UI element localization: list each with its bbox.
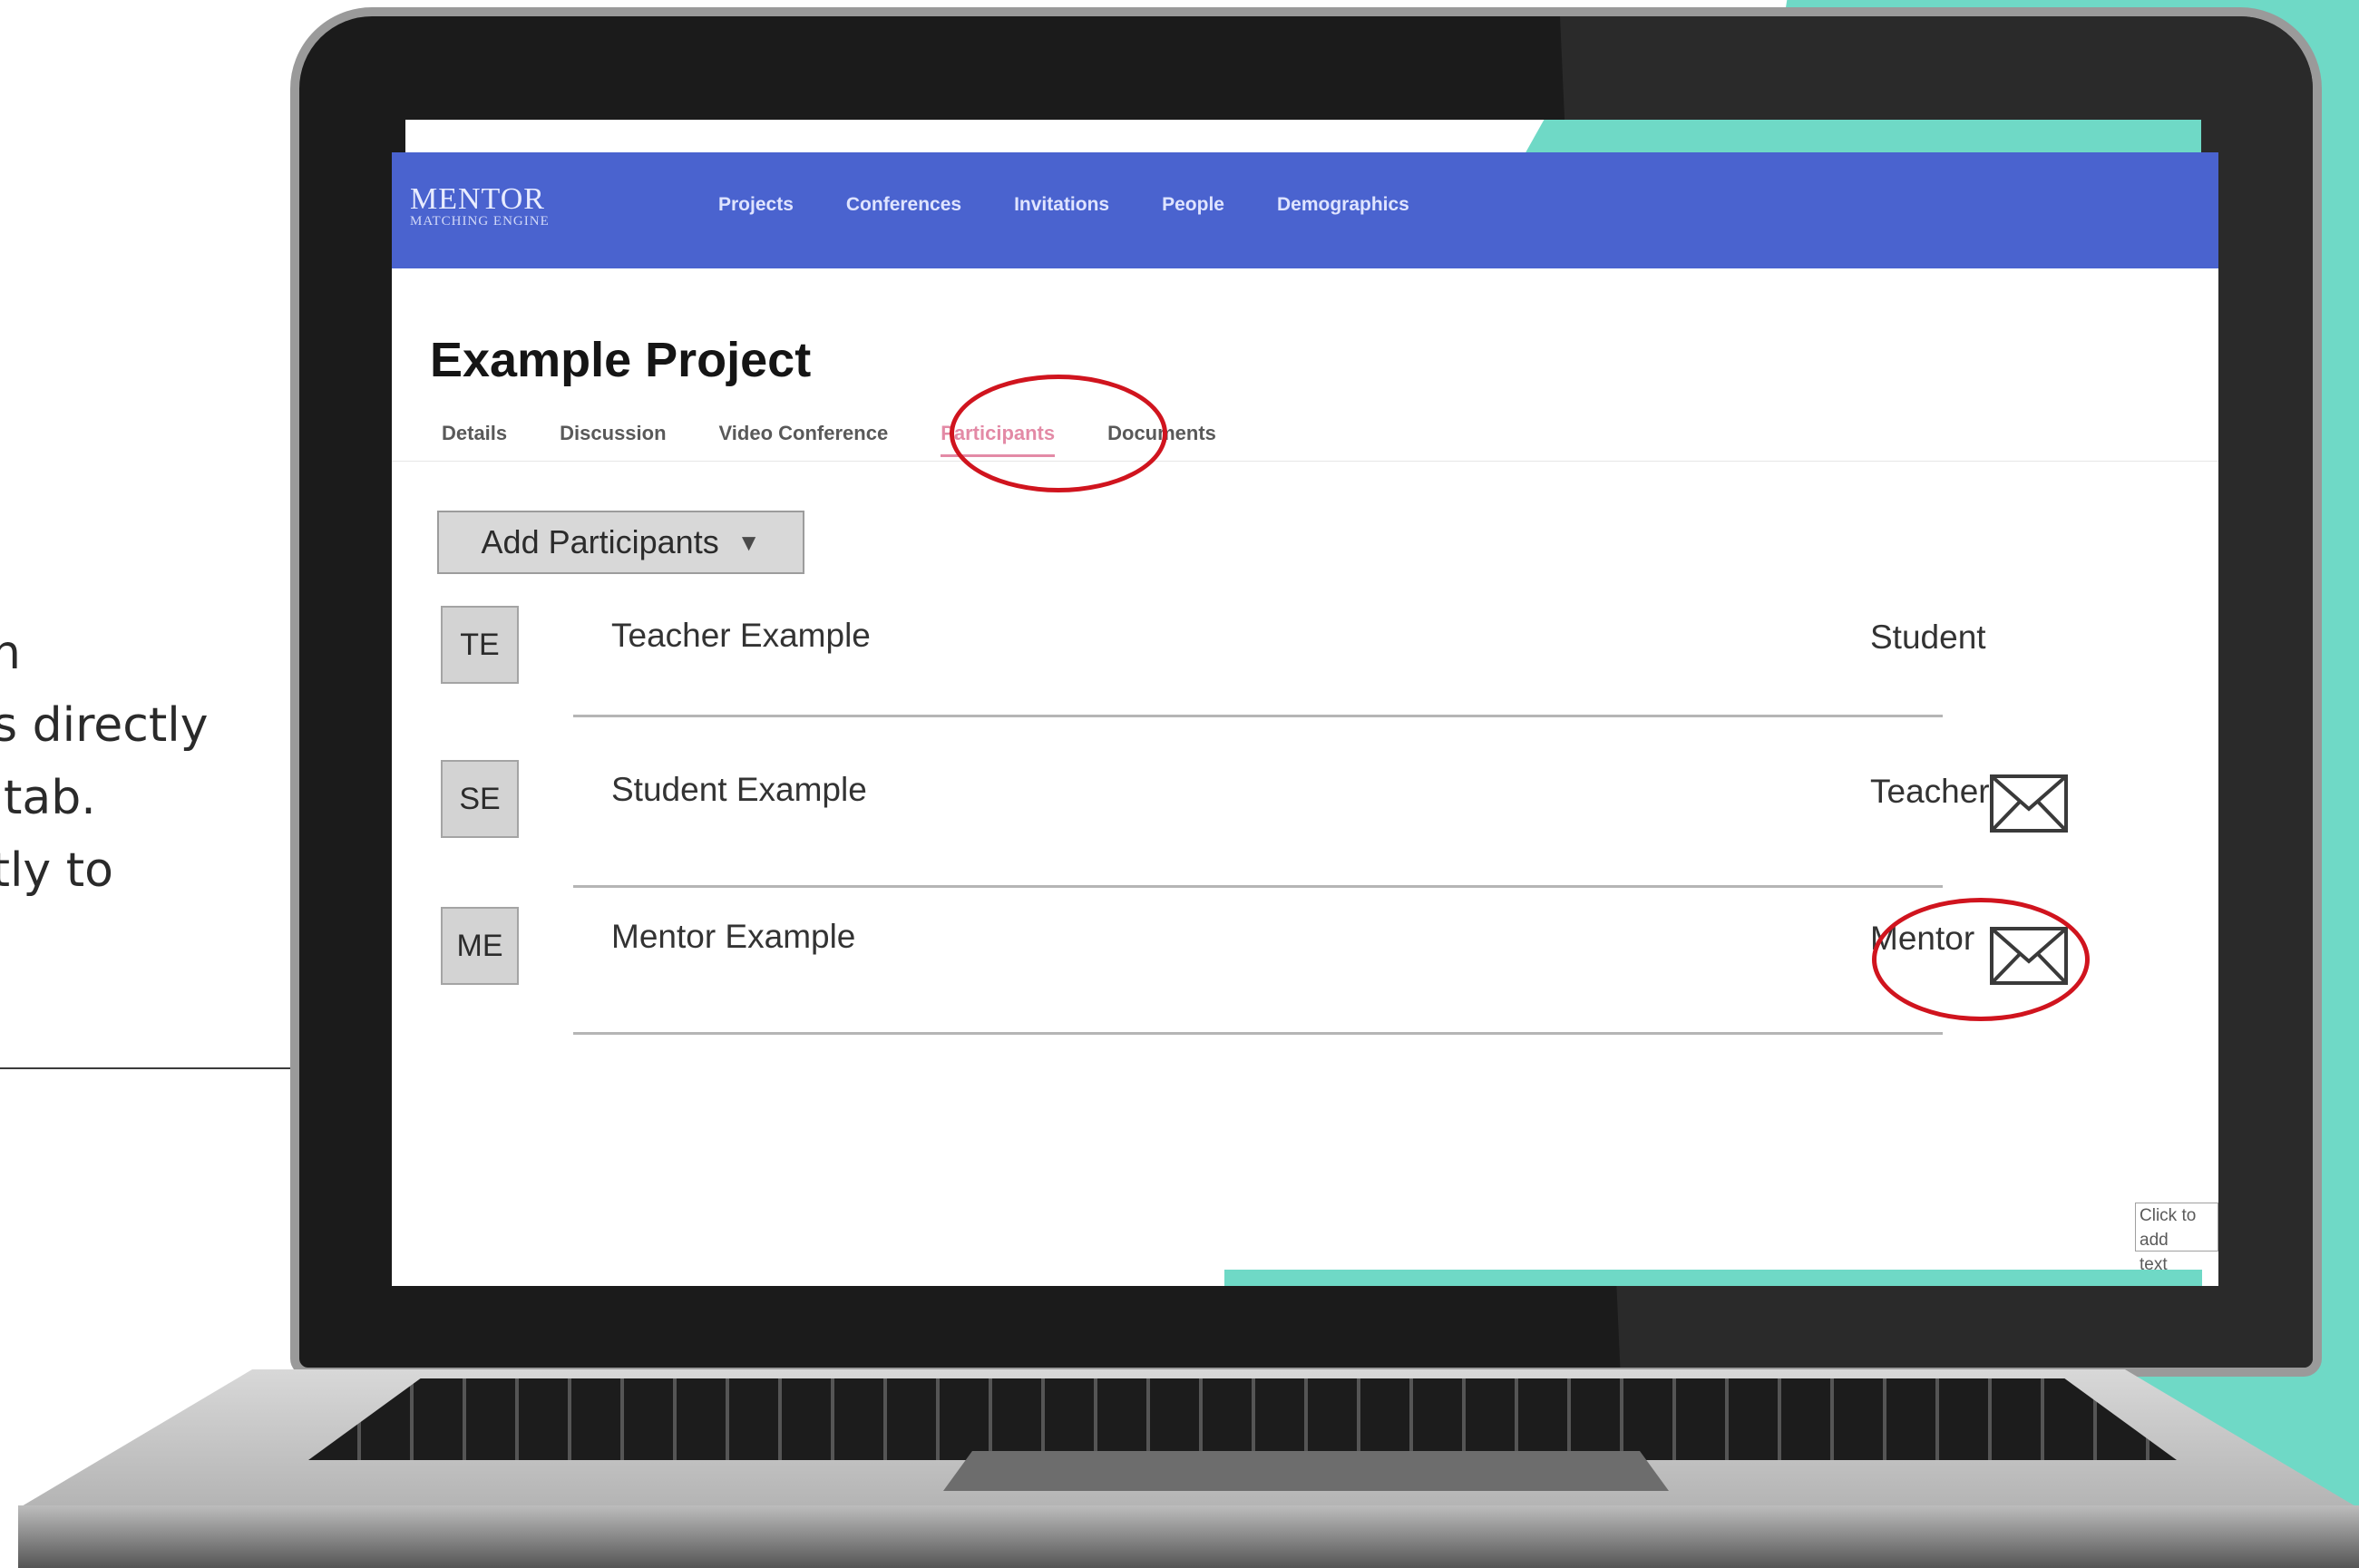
- nav-item-people[interactable]: People: [1162, 194, 1224, 216]
- nav-menu: Projects Conferences Invitations People …: [718, 194, 1462, 216]
- laptop-keyboard: [308, 1378, 2177, 1460]
- caret-down-icon: ▼: [736, 528, 761, 556]
- nav-item-demographics[interactable]: Demographics: [1277, 194, 1409, 216]
- caption-line: ectly to: [0, 843, 113, 898]
- envelope-highlight: [1872, 898, 2090, 1021]
- add-participants-label: Add Participants: [481, 523, 719, 560]
- laptop-trackpad: [943, 1451, 1669, 1491]
- participant-name: Teacher Example: [611, 617, 871, 654]
- envelope-icon[interactable]: [1990, 774, 2068, 833]
- participant-name: Mentor Example: [611, 918, 856, 955]
- tab-video-conference[interactable]: Video Conference: [719, 422, 889, 457]
- add-participants-button[interactable]: Add Participants ▼: [437, 511, 804, 574]
- row-divider: [573, 885, 1943, 888]
- nav-item-conferences[interactable]: Conferences: [846, 194, 961, 216]
- instruction-caption: n es directly ts tab. ectly to: [0, 617, 272, 907]
- participant-role: Teacher: [1870, 773, 1990, 810]
- page-title: Example Project: [430, 333, 812, 387]
- mentor-logo[interactable]: MENTOR MATCHING ENGINE: [410, 182, 550, 229]
- screen-top-accent: [1524, 120, 2201, 156]
- top-navbar: MENTOR MATCHING ENGINE Projects Conferen…: [392, 152, 2218, 268]
- caption-divider: [0, 1067, 340, 1069]
- caption-line: es directly: [0, 698, 209, 753]
- nav-item-invitations[interactable]: Invitations: [1014, 194, 1109, 216]
- participants-tab-highlight: [950, 375, 1167, 492]
- nav-item-projects[interactable]: Projects: [718, 194, 794, 216]
- tabs-divider: [392, 461, 2218, 462]
- participant-role: Student: [1870, 618, 1986, 656]
- screen-bottom-accent: [1224, 1270, 2202, 1286]
- avatar: ME: [441, 907, 519, 985]
- textbox-line: Click to add: [2140, 1206, 2197, 1250]
- row-divider: [573, 1032, 1943, 1035]
- tab-details[interactable]: Details: [442, 422, 507, 457]
- logo-main-text: MENTOR: [410, 182, 545, 216]
- caption-line: n: [0, 626, 21, 680]
- laptop-base-edge: [18, 1505, 2359, 1568]
- caption-line: ts tab.: [0, 771, 96, 825]
- avatar: SE: [441, 760, 519, 838]
- logo-sub-text: MATCHING ENGINE: [410, 214, 550, 229]
- avatar: TE: [441, 606, 519, 684]
- row-divider: [573, 715, 1943, 717]
- tab-discussion[interactable]: Discussion: [560, 422, 666, 457]
- participant-name: Student Example: [611, 771, 867, 808]
- click-to-add-text-box[interactable]: Click to add text: [2135, 1203, 2218, 1274]
- laptop-screen: MENTOR MATCHING ENGINE Projects Conferen…: [392, 152, 2218, 1286]
